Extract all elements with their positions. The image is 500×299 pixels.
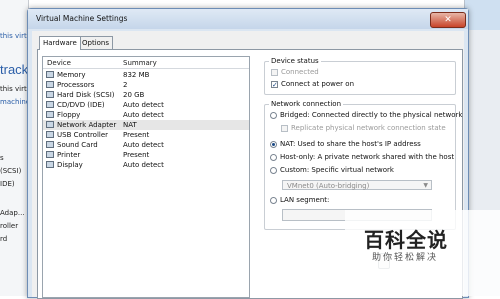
connect-at-power-on-checkbox[interactable]: ✓ bbox=[271, 81, 278, 89]
network-adapter-icon bbox=[46, 121, 54, 128]
cd-dvd-icon bbox=[46, 101, 54, 108]
memory-icon bbox=[46, 71, 54, 78]
close-button[interactable]: ✕ bbox=[430, 12, 466, 28]
vmnet-select[interactable]: VMnet0 (Auto-bridging) ▼ bbox=[282, 180, 432, 190]
device-row-memory[interactable]: Memory 832 MB bbox=[43, 70, 249, 80]
nat-label: NAT: Used to share the host's IP address bbox=[280, 140, 421, 148]
tab-options[interactable]: Options bbox=[78, 36, 114, 49]
device-row-cd-dvd[interactable]: CD/DVD (IDE) Auto detect bbox=[43, 100, 249, 110]
column-device[interactable]: Device bbox=[47, 59, 71, 67]
bg-text-3: machine bbox=[0, 98, 31, 106]
device-summary: Auto detect bbox=[123, 101, 164, 109]
bg-text-9: rd bbox=[0, 235, 8, 243]
device-row-sound-card[interactable]: Sound Card Auto detect bbox=[43, 140, 249, 150]
floppy-icon bbox=[46, 111, 54, 118]
device-name: Network Adapter bbox=[57, 121, 117, 129]
bg-right-titlebar bbox=[465, 0, 500, 30]
watermark-title: 百科全说 bbox=[364, 228, 448, 252]
device-summary: Auto detect bbox=[123, 161, 164, 169]
bridged-radio[interactable] bbox=[270, 112, 277, 119]
device-summary: Auto detect bbox=[123, 141, 164, 149]
connected-checkbox[interactable] bbox=[271, 69, 278, 76]
bg-text-6: IDE) bbox=[0, 180, 15, 188]
lan-segment-radio[interactable] bbox=[270, 197, 277, 204]
device-summary: 2 bbox=[123, 81, 128, 89]
device-row-printer[interactable]: Printer Present bbox=[43, 150, 249, 160]
dialog-titlebar[interactable]: Virtual Machine Settings ✕ bbox=[28, 9, 468, 29]
host-only-label: Host-only: A private network shared with… bbox=[280, 153, 455, 161]
device-summary: Auto detect bbox=[123, 111, 164, 119]
device-row-network-adapter[interactable]: Network Adapter NAT bbox=[43, 120, 249, 130]
device-row-hard-disk[interactable]: Hard Disk (SCSI) 20 GB bbox=[43, 90, 249, 100]
sound-card-icon bbox=[46, 141, 54, 148]
processor-icon bbox=[46, 81, 54, 88]
device-status-label: Device status bbox=[269, 57, 321, 65]
device-name: Processors bbox=[57, 81, 95, 89]
device-name: Floppy bbox=[57, 111, 81, 119]
device-status-group: Device status Connected ✓ Connect at pow… bbox=[264, 57, 456, 95]
device-name: CD/DVD (IDE) bbox=[57, 101, 105, 109]
close-icon: ✕ bbox=[444, 15, 452, 25]
device-row-processors[interactable]: Processors 2 bbox=[43, 80, 249, 90]
background-window-left: this virtu track this virtu machine s (S… bbox=[0, 0, 31, 296]
usb-icon bbox=[46, 131, 54, 138]
nat-radio[interactable] bbox=[270, 141, 277, 148]
chevron-down-icon: ▼ bbox=[423, 182, 428, 189]
bg-text-8: roller bbox=[0, 222, 19, 230]
device-row-usb-controller[interactable]: USB Controller Present bbox=[43, 130, 249, 140]
device-summary: 832 MB bbox=[123, 71, 150, 79]
device-name: USB Controller bbox=[57, 131, 109, 139]
bg-text-4: s bbox=[0, 154, 4, 162]
display-icon bbox=[46, 161, 54, 168]
device-name: Hard Disk (SCSI) bbox=[57, 91, 115, 99]
device-summary: NAT bbox=[123, 121, 137, 129]
device-summary: 20 GB bbox=[123, 91, 145, 99]
printer-icon bbox=[46, 151, 54, 158]
device-summary: Present bbox=[123, 131, 150, 139]
replicate-label: Replicate physical network connection st… bbox=[291, 124, 446, 132]
bg-text-5: (SCSI) bbox=[0, 167, 22, 175]
device-name: Display bbox=[57, 161, 83, 169]
bridged-label: Bridged: Connected directly to the physi… bbox=[280, 111, 463, 119]
device-list[interactable]: Device Summary Memory 832 MB Processors … bbox=[42, 56, 250, 298]
device-name: Sound Card bbox=[57, 141, 98, 149]
device-list-header: Device Summary bbox=[43, 57, 249, 69]
custom-label: Custom: Specific virtual network bbox=[280, 166, 394, 174]
lan-segment-label: LAN segment: bbox=[280, 196, 330, 204]
replicate-checkbox[interactable] bbox=[281, 125, 288, 132]
device-name: Memory bbox=[57, 71, 86, 79]
device-row-floppy[interactable]: Floppy Auto detect bbox=[43, 110, 249, 120]
connect-at-power-on-label: Connect at power on bbox=[281, 80, 355, 88]
tab-hardware[interactable]: Hardware bbox=[39, 36, 81, 50]
hard-disk-icon bbox=[46, 91, 54, 98]
watermark-subtitle: 助你轻松解决 bbox=[372, 253, 439, 263]
device-name: Printer bbox=[57, 151, 81, 159]
device-row-display[interactable]: Display Auto detect bbox=[43, 160, 249, 170]
network-connection-label: Network connection bbox=[269, 100, 344, 108]
bg-text-7: Adap... bbox=[0, 209, 25, 217]
connected-label: Connected bbox=[281, 68, 319, 76]
vmnet-select-value: VMnet0 (Auto-bridging) bbox=[287, 182, 370, 190]
column-summary[interactable]: Summary bbox=[123, 59, 157, 67]
device-summary: Present bbox=[123, 151, 150, 159]
dialog-title: Virtual Machine Settings bbox=[36, 14, 128, 23]
host-only-radio[interactable] bbox=[270, 154, 277, 161]
custom-radio[interactable] bbox=[270, 167, 277, 174]
bg-title: track bbox=[0, 62, 29, 77]
